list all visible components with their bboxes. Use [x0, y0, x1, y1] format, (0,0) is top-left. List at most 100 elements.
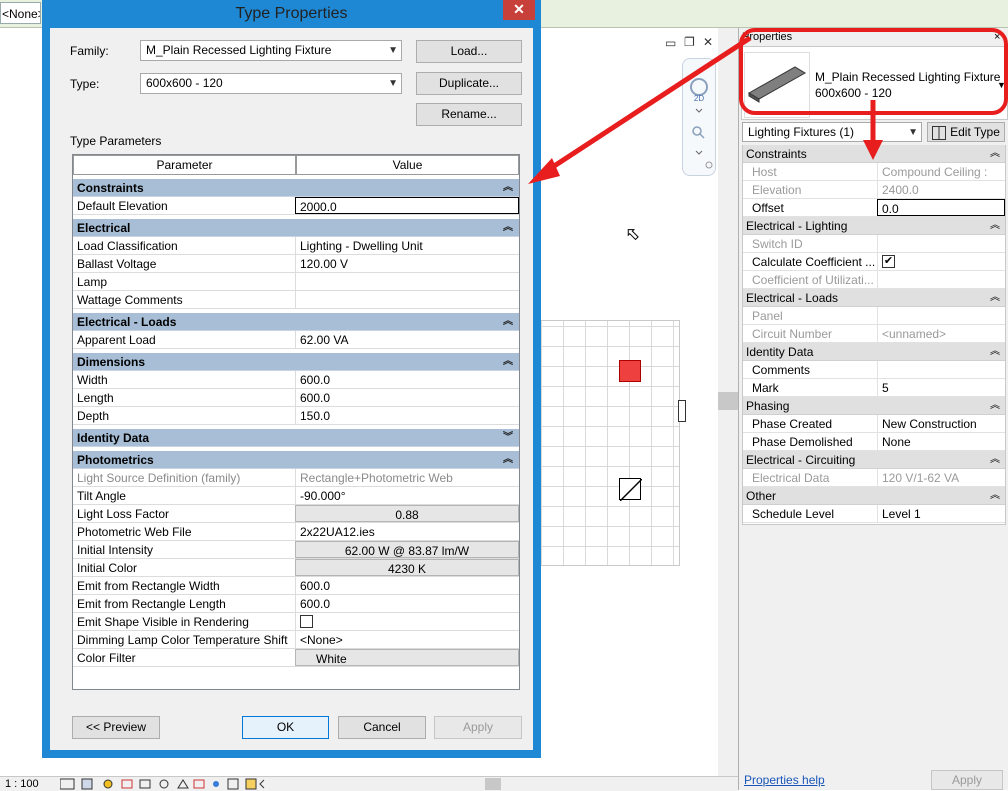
duplicate-button[interactable]: Duplicate...	[416, 72, 522, 95]
instance-filter-combo[interactable]: Lighting Fixtures (1) ▼	[742, 122, 922, 142]
collapse-icon[interactable]: ︽	[990, 145, 1000, 163]
param-row[interactable]: Emit from Rectangle Length 600.0	[73, 595, 519, 613]
emit-shape-checkbox[interactable]	[300, 615, 313, 629]
close-view-icon[interactable]: ✕	[703, 35, 713, 49]
prop-group-phasing[interactable]: Phasing ︽	[743, 397, 1005, 415]
expand-icon[interactable]: ︾	[503, 429, 513, 447]
param-row[interactable]: Apparent Load 62.00 VA	[73, 331, 519, 349]
param-row[interactable]: Ballast Voltage 120.00 V	[73, 255, 519, 273]
prop-row[interactable]: Calculate Coefficient ... ✔	[743, 253, 1005, 271]
calculate-coefficient-checkbox[interactable]: ✔	[882, 255, 895, 269]
prop-row[interactable]: Schedule Level Level 1	[743, 505, 1005, 523]
rename-button[interactable]: Rename...	[416, 103, 522, 126]
steering-wheel-icon[interactable]: 2D	[683, 59, 715, 175]
collapse-icon[interactable]: ︽	[990, 451, 1000, 469]
param-row[interactable]: Photometric Web File 2x22UA12.ies	[73, 523, 519, 541]
scale-label[interactable]: 1 : 100	[5, 778, 39, 790]
drag-grip[interactable]	[678, 400, 686, 422]
collapse-icon[interactable]: ︽	[990, 397, 1000, 415]
param-row[interactable]: Length 600.0	[73, 389, 519, 407]
prop-group-constraints[interactable]: Constraints ︽	[743, 145, 1005, 163]
family-combo[interactable]: M_Plain Recessed Lighting Fixture ▼	[140, 40, 402, 61]
prop-value[interactable]	[877, 361, 1005, 378]
collapse-icon[interactable]: ︽	[990, 343, 1000, 361]
param-row[interactable]: Wattage Comments	[73, 291, 519, 309]
edit-type-button[interactable]: Edit Type	[927, 122, 1005, 142]
collapse-icon[interactable]: ︽	[503, 219, 513, 237]
view-tab-none[interactable]: <None>	[0, 2, 41, 24]
minimize-view-icon[interactable]: ▭	[665, 36, 676, 50]
param-value[interactable]: 150.0	[295, 407, 519, 424]
group-electrical-loads[interactable]: Electrical - Loads ︽	[73, 313, 519, 331]
param-value[interactable]	[295, 291, 519, 308]
group-electrical[interactable]: Electrical ︽	[73, 219, 519, 237]
prop-value[interactable]: None	[877, 433, 1005, 450]
prop-group-identity-data[interactable]: Identity Data ︽	[743, 343, 1005, 361]
param-row[interactable]: Color Filter White	[73, 649, 519, 667]
param-value[interactable]: 600.0	[295, 389, 519, 406]
collapse-icon[interactable]: ︽	[990, 289, 1000, 307]
column-header-value[interactable]: Value	[296, 155, 519, 175]
properties-help-link[interactable]: Properties help	[744, 773, 825, 787]
param-value-button[interactable]: 4230 K	[295, 559, 519, 576]
cancel-button[interactable]: Cancel	[338, 716, 426, 739]
param-row[interactable]: Emit Shape Visible in Rendering	[73, 613, 519, 631]
collapse-icon[interactable]: ︽	[503, 179, 513, 197]
load-button[interactable]: Load...	[416, 40, 522, 63]
collapse-icon[interactable]: ︽	[503, 353, 513, 371]
selected-light-fixture[interactable]	[619, 360, 641, 382]
param-row[interactable]: Initial Color 4230 K	[73, 559, 519, 577]
prop-row[interactable]: Mark 5	[743, 379, 1005, 397]
horizontal-scroll-thumb[interactable]	[485, 778, 501, 790]
prop-row[interactable]: Phase Demolished None	[743, 433, 1005, 451]
param-row[interactable]: Lamp	[73, 273, 519, 291]
prop-row[interactable]: Comments	[743, 361, 1005, 379]
scrollbar-thumb[interactable]	[718, 392, 738, 410]
param-row[interactable]: Tilt Angle -90.000°	[73, 487, 519, 505]
type-combo[interactable]: 600x600 - 120 ▼	[140, 73, 402, 94]
param-value[interactable]: 62.00 VA	[295, 331, 519, 348]
param-row[interactable]: Dimming Lamp Color Temperature Shift <Non…	[73, 631, 519, 649]
param-value[interactable]: 600.0	[295, 595, 519, 612]
group-dimensions[interactable]: Dimensions ︽	[73, 353, 519, 371]
param-value[interactable]: 600.0	[295, 371, 519, 388]
param-value[interactable]: Lighting - Dwelling Unit	[295, 237, 519, 254]
collapse-icon[interactable]: ︽	[503, 451, 513, 469]
prop-value-field[interactable]: 0.0	[877, 199, 1005, 216]
param-row[interactable]: Load Classification Lighting - Dwelling U…	[73, 237, 519, 255]
param-value[interactable]: 120.00 V	[295, 255, 519, 272]
prop-value[interactable]: New Construction	[877, 415, 1005, 432]
group-identity-data[interactable]: Identity Data ︾	[73, 429, 519, 447]
properties-close-icon[interactable]: ×	[994, 29, 1000, 45]
prop-group-electrical-loads[interactable]: Electrical - Loads ︽	[743, 289, 1005, 307]
param-value-field[interactable]: 2000.0	[295, 197, 519, 214]
param-row[interactable]: Light Loss Factor 0.88	[73, 505, 519, 523]
collapse-icon[interactable]: ︽	[990, 217, 1000, 235]
param-value-button[interactable]: 62.00 W @ 83.87 lm/W	[295, 541, 519, 558]
param-value[interactable]: <None>	[295, 631, 519, 648]
prop-group-electrical-lighting[interactable]: Electrical - Lighting ︽	[743, 217, 1005, 235]
param-row[interactable]: Depth 150.0	[73, 407, 519, 425]
param-value-button[interactable]: 0.88	[295, 505, 519, 522]
param-row[interactable]: Emit from Rectangle Width 600.0	[73, 577, 519, 595]
prop-row[interactable]: Offset 0.0	[743, 199, 1005, 217]
ok-button[interactable]: OK	[242, 716, 329, 739]
param-value[interactable]: -90.000°	[295, 487, 519, 504]
prop-group-other[interactable]: Other ︽	[743, 487, 1005, 505]
param-value-button[interactable]: White	[295, 649, 519, 666]
collapse-icon[interactable]: ︽	[990, 487, 1000, 505]
group-photometrics[interactable]: Photometrics ︽	[73, 451, 519, 469]
param-value[interactable]: 600.0	[295, 577, 519, 594]
dialog-close-button[interactable]: ✕	[503, 0, 535, 20]
param-value[interactable]	[295, 273, 519, 290]
group-constraints[interactable]: Constraints ︽	[73, 179, 519, 197]
column-header-parameter[interactable]: Parameter	[73, 155, 296, 175]
prop-value[interactable]: 5	[877, 379, 1005, 396]
light-fixture[interactable]	[619, 478, 642, 501]
view-control-icons[interactable]	[60, 778, 270, 790]
prop-row[interactable]: Phase Created New Construction	[743, 415, 1005, 433]
param-row[interactable]: Default Elevation 2000.0	[73, 197, 519, 215]
param-value[interactable]: 2x22UA12.ies	[295, 523, 519, 540]
prop-value[interactable]: Level 1	[877, 505, 1005, 522]
preview-button[interactable]: << Preview	[72, 716, 160, 739]
